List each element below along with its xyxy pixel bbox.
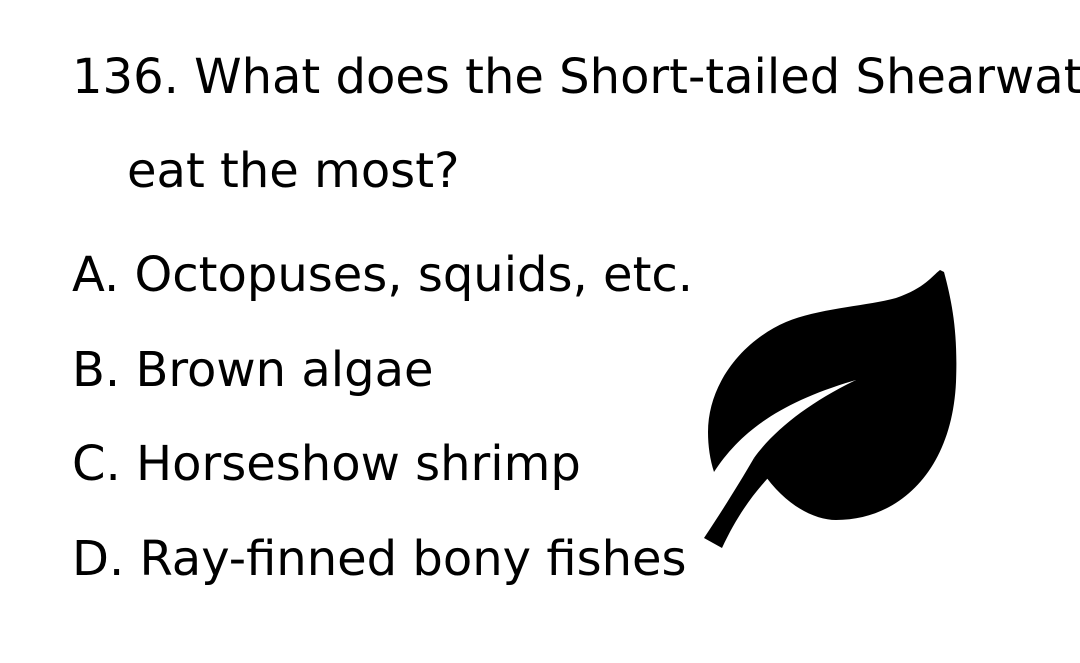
answer-options: A. Octopuses, squids, etc. B. Brown alga… <box>72 228 693 606</box>
option-c[interactable]: C. Horseshow shrimp <box>72 417 693 512</box>
question-line-1: 136. What does the Short-tailed Shearwat… <box>72 49 1080 105</box>
question-text: 136. What does the Short-tailed Shearwat… <box>72 30 1080 218</box>
option-b[interactable]: B. Brown algae <box>72 323 693 418</box>
question-line-2: eat the most? <box>127 143 460 199</box>
option-a[interactable]: A. Octopuses, squids, etc. <box>72 228 693 323</box>
leaf-icon <box>704 270 957 548</box>
option-d[interactable]: D. Ray-finned bony fishes <box>72 512 693 607</box>
